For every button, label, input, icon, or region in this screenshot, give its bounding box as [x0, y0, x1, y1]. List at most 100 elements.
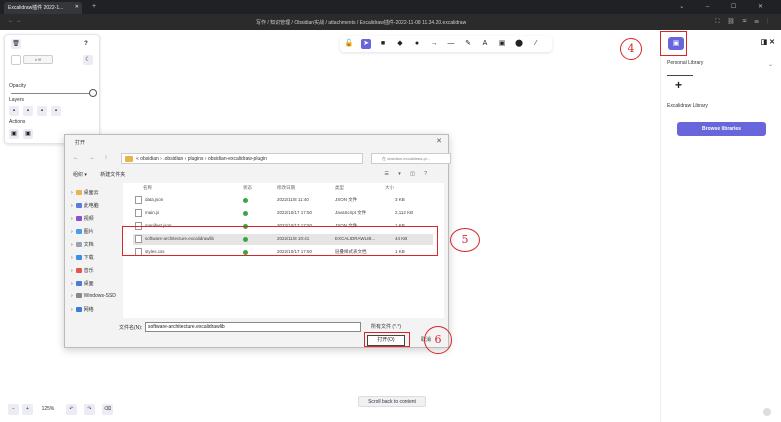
help-circle-icon[interactable]	[763, 408, 771, 416]
excalidraw-library-heading: Excalidraw Library	[667, 103, 708, 109]
chevron-right-icon[interactable]: ›	[71, 268, 73, 274]
chevron-right-icon[interactable]: ›	[71, 190, 73, 196]
tab-title: Excalidraw插件 2022-1...	[8, 5, 64, 11]
column-date[interactable]: 修改日期	[277, 185, 295, 191]
tool-diamond-icon[interactable]: ◆	[395, 39, 405, 49]
add-library-item-icon[interactable]: +	[675, 78, 682, 92]
file-size: 2,112 KB	[395, 210, 414, 215]
command-bar: 组织 ▾ 新建文件夹 ☰ ▾ ◫ ?	[73, 171, 443, 181]
tool-more-icon[interactable]: ⁄	[531, 39, 541, 49]
tool-eraser-icon[interactable]: ⬤	[514, 39, 524, 49]
undo-button[interactable]: ↶	[66, 404, 77, 415]
close-tab-icon[interactable]: ✕	[75, 4, 79, 10]
tool-lock-icon[interactable]: 🔓	[344, 39, 354, 49]
view-options-icons[interactable]: ☰ ▾ ◫ ?	[384, 171, 431, 177]
dialog-title: 打开	[75, 140, 86, 146]
folder-icon	[75, 307, 82, 313]
search-input[interactable]: 在 obsidian-excalidraw-pl...	[371, 153, 451, 164]
bring-forward-icon[interactable]: ▪	[37, 106, 47, 116]
column-type[interactable]: 类型	[335, 185, 344, 191]
file-icon	[135, 196, 142, 204]
chevron-right-icon[interactable]: ›	[71, 242, 73, 248]
tool-draw-icon[interactable]: ✎	[463, 39, 473, 49]
tool-ellipse-icon[interactable]: ●	[412, 39, 422, 49]
view-action-icons[interactable]: ⛶ ⛓ ✉ ☰ ⋮	[715, 18, 771, 26]
duplicate-icon[interactable]: ▣	[9, 129, 19, 139]
tool-rectangle-icon[interactable]: ■	[378, 39, 388, 49]
sync-status-icon	[243, 198, 248, 203]
tree-item[interactable]: › Windows-SSD	[71, 293, 116, 299]
chevron-down-icon[interactable]: ⌄	[768, 61, 773, 68]
filename-input[interactable]: software-architecture.excalidrawlib	[145, 322, 361, 332]
redo-button[interactable]: ↷	[84, 404, 95, 415]
color-hex-input[interactable]: # fff	[23, 55, 53, 64]
browser-tab-bar: Excalidraw插件 2022-1... ✕ + ⌄ – ☐ ✕	[0, 0, 781, 14]
color-picker-button[interactable]	[11, 55, 21, 65]
chevron-right-icon[interactable]: ›	[71, 307, 73, 313]
tree-item[interactable]: › 网络	[71, 306, 94, 313]
trash-icon[interactable]: 🗑	[11, 39, 21, 49]
tool-select-icon[interactable]: ➤	[361, 39, 371, 49]
personal-library-heading: Personal Library	[667, 60, 704, 66]
dialog-nav-icons[interactable]: ← → ↑	[73, 155, 111, 161]
delete-icon[interactable]: ▣	[23, 129, 33, 139]
dock-close-icons[interactable]: ◨ ✕	[761, 38, 775, 46]
tree-item[interactable]: › 音乐	[71, 267, 94, 274]
zoom-level[interactable]: 125%	[36, 404, 60, 415]
column-name[interactable]: 名称	[143, 185, 152, 191]
file-name: main.js	[145, 210, 160, 215]
close-icon[interactable]: ✕	[436, 137, 442, 145]
tool-arrow-icon[interactable]: →	[429, 39, 439, 49]
help-icon[interactable]: ?	[81, 39, 91, 49]
chevron-right-icon[interactable]: ›	[71, 293, 73, 299]
file-row[interactable]: main.js 2022/10/17 17:50 JavaScript 文件 2,11…	[133, 208, 433, 219]
file-size: 3 KB	[395, 197, 405, 202]
file-row[interactable]: data.json 2022/11/8 11:40 JSON 文件 3 KB	[133, 195, 433, 206]
tool-image-icon[interactable]: ▣	[497, 39, 507, 49]
send-to-back-icon[interactable]: ▪	[9, 106, 19, 116]
folder-icon	[75, 216, 82, 222]
tree-item[interactable]: › 桌面	[71, 280, 94, 287]
tree-item[interactable]: › 图片	[71, 228, 94, 235]
file-date: 2022/11/8 11:40	[277, 197, 309, 202]
folder-icon	[75, 229, 82, 235]
tree-item[interactable]: › 文档	[71, 241, 94, 248]
chevron-right-icon[interactable]: ›	[71, 203, 73, 209]
tree-item-label: 音乐	[83, 268, 94, 274]
scroll-back-button[interactable]: Scroll back to content	[358, 396, 426, 407]
tree-item[interactable]: › 此电脑	[71, 202, 99, 209]
erase-button[interactable]: ⌫	[102, 404, 113, 415]
folder-icon	[75, 190, 82, 196]
tool-text-icon[interactable]: A	[480, 39, 490, 49]
tab-excalidraw[interactable]: Excalidraw插件 2022-1... ✕	[4, 2, 82, 14]
opacity-slider[interactable]	[11, 93, 97, 94]
annotation-6: 6	[424, 326, 452, 354]
chevron-right-icon[interactable]: ›	[71, 255, 73, 261]
new-folder-button[interactable]: 新建文件夹	[100, 172, 125, 178]
back-forward-icons[interactable]: ← →	[8, 18, 22, 24]
column-status[interactable]: 状态	[243, 185, 252, 191]
tree-item[interactable]: › 下载	[71, 254, 94, 261]
path-bar[interactable]: « obsidian › .obsidian › plugins › obsid…	[121, 153, 363, 164]
tree-item[interactable]: › 桌面云	[71, 189, 99, 196]
chevron-right-icon[interactable]: ›	[71, 281, 73, 287]
organize-button[interactable]: 组织 ▾	[73, 172, 87, 178]
layers-label: Layers	[9, 97, 25, 103]
new-tab-icon[interactable]: +	[92, 3, 96, 10]
chevron-right-icon[interactable]: ›	[71, 229, 73, 235]
zoom-out-button[interactable]: −	[8, 404, 19, 415]
tree-item[interactable]: › 视频	[71, 215, 94, 222]
send-backward-icon[interactable]: ▪	[23, 106, 33, 116]
window-controls[interactable]: ⌄ – ☐ ✕	[679, 3, 773, 10]
zoom-in-button[interactable]: +	[22, 404, 33, 415]
tree-item-label: 文档	[83, 242, 94, 248]
browse-libraries-button[interactable]: Browse libraries	[677, 122, 766, 136]
bring-to-front-icon[interactable]: ▪	[51, 106, 61, 116]
moon-icon[interactable]: ☾	[83, 55, 93, 65]
annotation-4: 4	[620, 38, 642, 60]
opacity-knob[interactable]	[89, 89, 97, 97]
column-size[interactable]: 大小	[385, 185, 394, 191]
chevron-right-icon[interactable]: ›	[71, 216, 73, 222]
shape-toolbar: 🔓 ➤ ■ ◆ ● → — ✎ A ▣ ⬤ ⁄	[340, 36, 552, 52]
tool-line-icon[interactable]: —	[446, 39, 456, 49]
